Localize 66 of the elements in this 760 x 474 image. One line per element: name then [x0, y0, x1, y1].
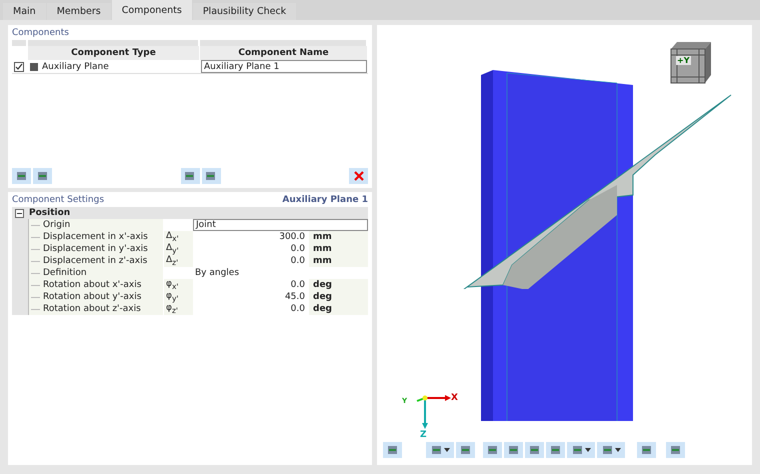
import-button[interactable]	[180, 168, 200, 184]
property-label: Displacement in z'-axis	[43, 256, 148, 266]
symbol: φ$_{y'}$	[166, 291, 178, 303]
symbol: Δ$_{x'}$	[166, 231, 179, 243]
reset-zoom-button[interactable]	[637, 442, 656, 458]
view-options-button[interactable]	[426, 442, 454, 458]
property-label: Rotation about z'-axis	[43, 304, 141, 314]
view-x-button[interactable]	[483, 442, 502, 458]
symbol: Δ$_{y'}$	[166, 243, 179, 255]
property-value: 0.0	[290, 280, 305, 290]
tab[interactable]: Components	[112, 0, 192, 20]
property-label: Definition	[43, 268, 87, 278]
property-value: 45.0	[284, 292, 305, 302]
unit: mm	[313, 232, 332, 242]
column-header: Component Name	[200, 46, 368, 60]
name-field[interactable]: Auxiliary Plane 1	[201, 60, 367, 73]
view-minus-z-button[interactable]	[546, 442, 565, 458]
caret-icon	[444, 448, 450, 452]
move-down-button[interactable]	[33, 168, 52, 184]
box-view-button[interactable]	[597, 442, 625, 458]
move-up-button[interactable]	[12, 168, 31, 184]
close-icon	[354, 171, 364, 181]
group-label: Position	[29, 208, 70, 218]
symbol: φ$_{z'}$	[166, 303, 178, 315]
property-value: 0.0	[290, 304, 305, 314]
property-label: Rotation about x'-axis	[43, 280, 142, 290]
cube-face-label: +Y	[676, 56, 690, 65]
unit: mm	[313, 256, 332, 266]
column-header: Component Type	[28, 46, 200, 60]
save-button[interactable]	[202, 168, 220, 184]
tab[interactable]: Plausibility Check	[192, 3, 296, 20]
render-button[interactable]	[567, 442, 595, 458]
tab[interactable]: Members	[46, 3, 111, 20]
property-label: Rotation about y'-axis	[43, 292, 142, 302]
property-value: By angles	[195, 268, 240, 278]
unit: deg	[313, 292, 332, 302]
symbol: φ$_{x'}$	[166, 279, 178, 291]
delete-button[interactable]	[349, 168, 368, 184]
property-value: 0.0	[290, 244, 305, 254]
panel-title: Component Settings	[12, 195, 104, 205]
tab[interactable]: Main	[3, 3, 46, 20]
collapse-icon[interactable]	[15, 208, 24, 218]
origin-field[interactable]: Joint	[193, 219, 368, 231]
symbol: Δ$_{z'}$	[166, 255, 178, 267]
property-label: Origin	[43, 220, 70, 230]
tree-gutter	[12, 303, 28, 315]
axis-label: Z	[420, 430, 427, 439]
caret-icon	[615, 448, 621, 452]
axis-label: X	[451, 393, 458, 403]
view-z-button[interactable]	[525, 442, 544, 458]
table-cell: Auxiliary Plane	[42, 62, 109, 72]
display-button[interactable]	[383, 442, 402, 458]
unit: deg	[313, 280, 332, 290]
property-label: Displacement in y'-axis	[43, 244, 148, 254]
view-y-button[interactable]	[504, 442, 523, 458]
checkbox[interactable]	[14, 62, 24, 72]
property-value: 300.0	[279, 232, 305, 242]
property-value: 0.0	[290, 256, 305, 266]
property-label: Displacement in x'-axis	[43, 232, 148, 242]
export-button[interactable]	[666, 442, 685, 458]
measure-button[interactable]	[456, 442, 475, 458]
caret-icon	[585, 448, 591, 452]
panel-title: Components	[12, 28, 69, 38]
unit: mm	[313, 244, 332, 254]
unit: deg	[313, 304, 332, 314]
panel-subtitle: Auxiliary Plane 1	[282, 195, 368, 205]
